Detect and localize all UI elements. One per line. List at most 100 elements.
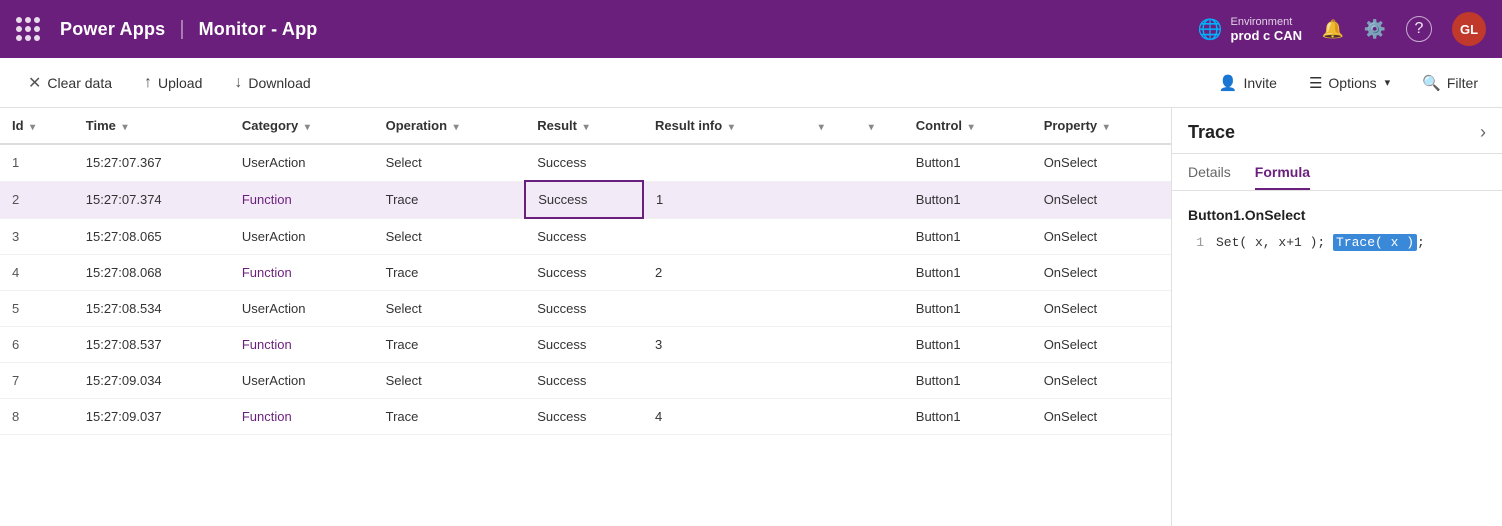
app-grid-icon[interactable] — [16, 17, 40, 41]
cell-property: OnSelect — [1032, 144, 1171, 181]
cell-category: Function — [230, 255, 374, 291]
cell-operation: Select — [374, 291, 526, 327]
cell-control: Button1 — [904, 327, 1032, 363]
avatar[interactable]: GL — [1452, 12, 1486, 46]
download-label: Download — [248, 75, 310, 91]
cell-extra2 — [854, 363, 904, 399]
panel-close-button[interactable]: › — [1480, 122, 1486, 143]
cell-property: OnSelect — [1032, 181, 1171, 218]
right-panel: Trace › Details Formula Button1.OnSelect… — [1172, 108, 1502, 526]
formula-line-number: 1 — [1188, 235, 1204, 250]
cell-result-info: 3 — [643, 327, 804, 363]
cell-control: Button1 — [904, 181, 1032, 218]
panel-title: Trace — [1188, 122, 1235, 143]
settings-icon[interactable]: ⚙️ — [1364, 18, 1386, 40]
cell-result: Success — [525, 399, 643, 435]
upload-label: Upload — [158, 75, 202, 91]
sort-control-icon: ▾ — [969, 122, 974, 133]
formula-after: ; — [1417, 235, 1425, 250]
cell-result: Success — [525, 255, 643, 291]
table-row[interactable]: 1 15:27:07.367 UserAction Select Success… — [0, 144, 1171, 181]
cell-property: OnSelect — [1032, 363, 1171, 399]
toolbar: ✕ Clear data ↑ Upload ↓ Download 👤 Invit… — [0, 58, 1502, 108]
formula-title: Button1.OnSelect — [1188, 207, 1486, 223]
cell-time: 15:27:09.034 — [74, 363, 230, 399]
filter-label: Filter — [1447, 75, 1478, 91]
table-row[interactable]: 7 15:27:09.034 UserAction Select Success… — [0, 363, 1171, 399]
col-category[interactable]: Category ▾ — [230, 108, 374, 144]
clear-data-button[interactable]: ✕ Clear data — [16, 67, 124, 99]
download-button[interactable]: ↓ Download — [222, 68, 322, 98]
cell-result-info — [643, 291, 804, 327]
options-chevron-icon: ▾ — [1385, 76, 1391, 89]
formula-text: Set( x, x+1 ); Trace( x ); — [1216, 235, 1425, 250]
cell-result: Success — [525, 144, 643, 181]
col-operation[interactable]: Operation ▾ — [374, 108, 526, 144]
cell-time: 15:27:08.065 — [74, 218, 230, 255]
sort-time-icon: ▾ — [122, 122, 127, 133]
panel-header: Trace › — [1172, 108, 1502, 154]
col-extra2[interactable]: ▾ — [854, 108, 904, 144]
col-control[interactable]: Control ▾ — [904, 108, 1032, 144]
cell-extra2 — [854, 181, 904, 218]
clear-data-icon: ✕ — [28, 73, 41, 93]
sort-operation-icon: ▾ — [454, 122, 459, 133]
data-table: Id ▾ Time ▾ Category ▾ Operation ▾ Resul… — [0, 108, 1171, 435]
help-icon[interactable]: ? — [1406, 16, 1432, 42]
col-result[interactable]: Result ▾ — [525, 108, 643, 144]
notification-icon[interactable]: 🔔 — [1322, 18, 1344, 40]
table-row[interactable]: 6 15:27:08.537 Function Trace Success 3 … — [0, 327, 1171, 363]
filter-icon: 🔍 — [1422, 74, 1441, 92]
col-id[interactable]: Id ▾ — [0, 108, 74, 144]
cell-extra1 — [804, 291, 854, 327]
cell-extra1 — [804, 144, 854, 181]
cell-result-info — [643, 363, 804, 399]
col-extra1[interactable]: ▾ — [804, 108, 854, 144]
tab-details[interactable]: Details — [1188, 154, 1231, 190]
cell-property: OnSelect — [1032, 255, 1171, 291]
globe-icon: 🌐 — [1198, 17, 1223, 42]
title-separator: | — [179, 18, 184, 41]
cell-control: Button1 — [904, 255, 1032, 291]
cell-control: Button1 — [904, 363, 1032, 399]
col-time[interactable]: Time ▾ — [74, 108, 230, 144]
app-subtitle: Monitor - App — [199, 19, 318, 40]
cell-operation: Select — [374, 363, 526, 399]
sort-resultinfo-icon: ▾ — [729, 122, 734, 133]
table-area: Id ▾ Time ▾ Category ▾ Operation ▾ Resul… — [0, 108, 1172, 526]
options-button[interactable]: ☰ Options ▾ — [1301, 68, 1398, 98]
cell-operation: Trace — [374, 327, 526, 363]
cell-extra2 — [854, 399, 904, 435]
table-row[interactable]: 8 15:27:09.037 Function Trace Success 4 … — [0, 399, 1171, 435]
cell-id: 3 — [0, 218, 74, 255]
cell-result: Success — [525, 218, 643, 255]
cell-extra1 — [804, 363, 854, 399]
environment-block[interactable]: 🌐 Environment prod c CAN — [1198, 16, 1302, 43]
cell-result: Success — [525, 291, 643, 327]
cell-id: 6 — [0, 327, 74, 363]
cell-time: 15:27:08.537 — [74, 327, 230, 363]
upload-button[interactable]: ↑ Upload — [132, 68, 214, 98]
filter-button[interactable]: 🔍 Filter — [1414, 68, 1486, 98]
cell-category: Function — [230, 327, 374, 363]
cell-result: Success — [525, 181, 643, 218]
tab-formula[interactable]: Formula — [1255, 154, 1310, 190]
cell-time: 15:27:07.367 — [74, 144, 230, 181]
col-result-info[interactable]: Result info ▾ — [643, 108, 804, 144]
sort-result-icon: ▾ — [584, 122, 589, 133]
upload-icon: ↑ — [144, 74, 152, 92]
table-row[interactable]: 4 15:27:08.068 Function Trace Success 2 … — [0, 255, 1171, 291]
table-row[interactable]: 2 15:27:07.374 Function Trace Success 1 … — [0, 181, 1171, 218]
col-property[interactable]: Property ▾ — [1032, 108, 1171, 144]
cell-category: UserAction — [230, 363, 374, 399]
cell-time: 15:27:09.037 — [74, 399, 230, 435]
invite-button[interactable]: 👤 Invite — [1211, 68, 1285, 98]
cell-property: OnSelect — [1032, 291, 1171, 327]
cell-extra1 — [804, 181, 854, 218]
cell-property: OnSelect — [1032, 327, 1171, 363]
table-row[interactable]: 3 15:27:08.065 UserAction Select Success… — [0, 218, 1171, 255]
environment-label: Environment — [1231, 16, 1303, 28]
cell-result-info: 1 — [643, 181, 804, 218]
table-row[interactable]: 5 15:27:08.534 UserAction Select Success… — [0, 291, 1171, 327]
sort-category-icon: ▾ — [305, 122, 310, 133]
